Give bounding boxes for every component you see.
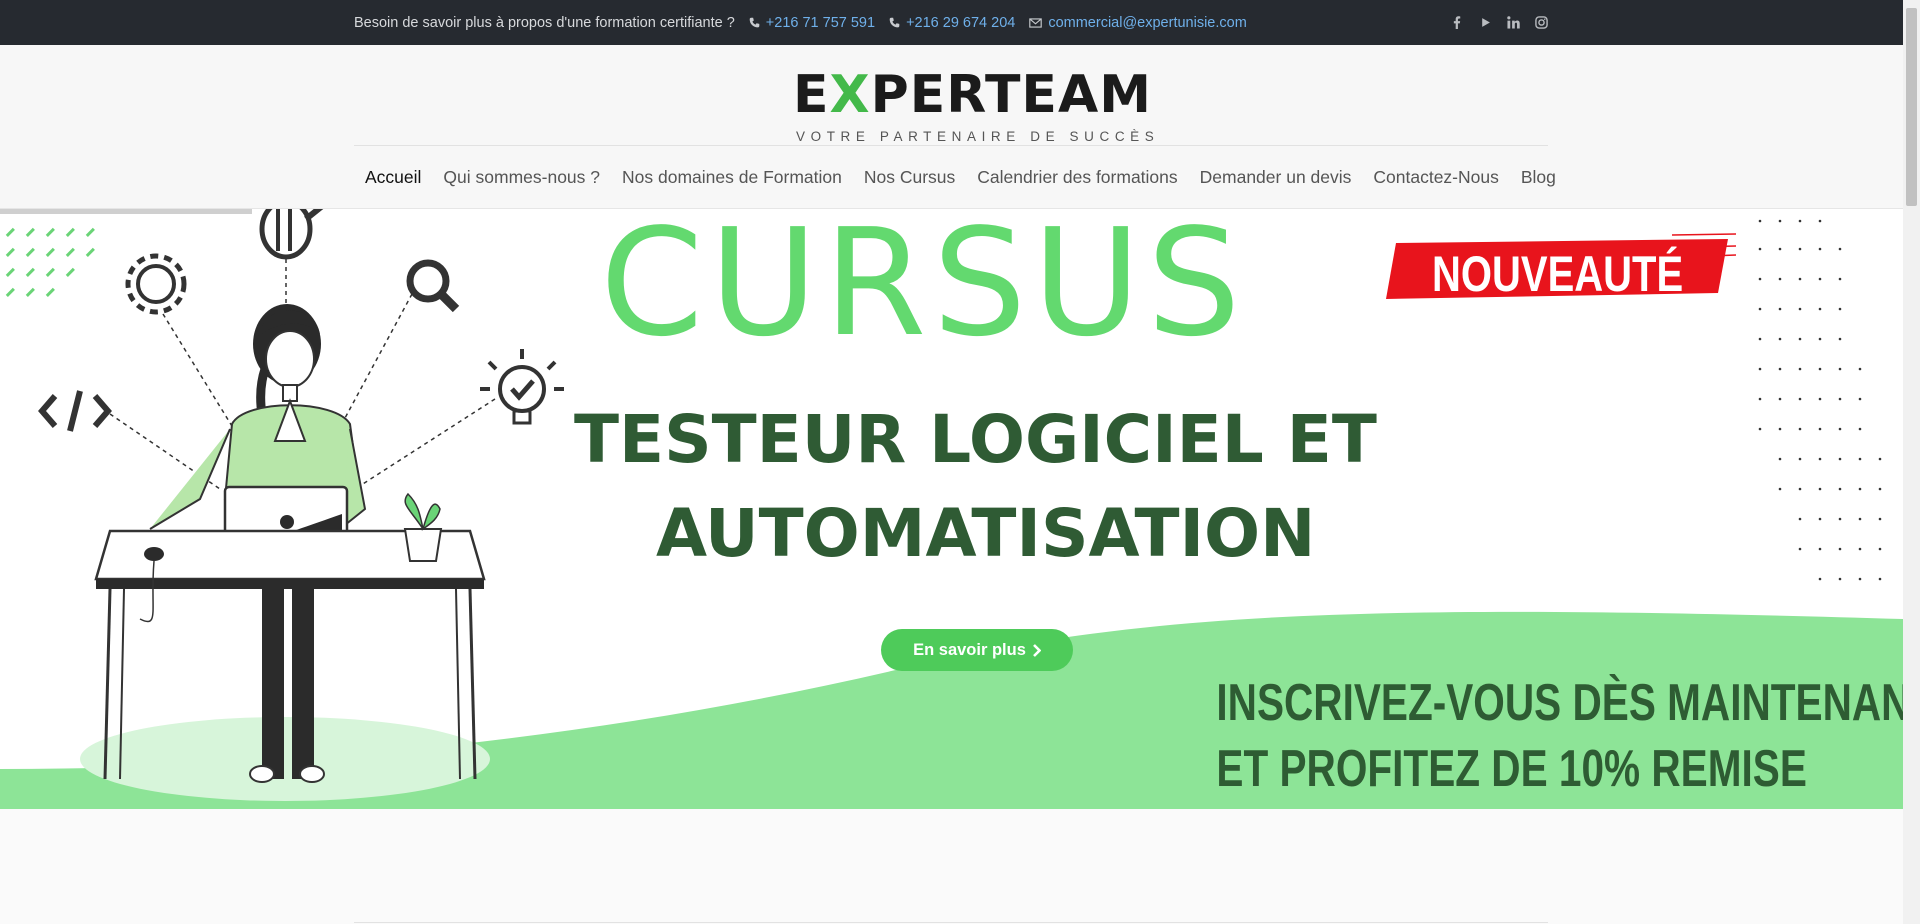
nav-blog[interactable]: Blog bbox=[1510, 167, 1567, 188]
nav-domaines-formation[interactable]: Nos domaines de Formation bbox=[611, 167, 853, 188]
email-link[interactable]: commercial@expertunisie.com bbox=[1029, 15, 1247, 31]
envelope-icon bbox=[1029, 17, 1043, 28]
phone-link-2[interactable]: +216 29 674 204 bbox=[889, 15, 1015, 31]
promo-line2: ET PROFITEZ DE 10% REMISE bbox=[1216, 740, 1807, 798]
section-divider bbox=[354, 922, 1548, 923]
info-question: Besoin de savoir plus à propos d'une for… bbox=[354, 14, 735, 31]
nav-divider bbox=[354, 145, 1548, 146]
nav-cursus[interactable]: Nos Cursus bbox=[853, 167, 966, 188]
magnifier-icon bbox=[406, 259, 460, 313]
youtube-icon[interactable] bbox=[1478, 16, 1492, 30]
site-header: EXPERTEAM VOTRE PARTENAIRE DE SUCCÈS Acc… bbox=[0, 45, 1903, 209]
plant bbox=[403, 492, 443, 562]
page-scrollbar[interactable] bbox=[1903, 0, 1920, 924]
facebook-icon[interactable] bbox=[1450, 16, 1464, 30]
experteam-logo[interactable]: EXPERTEAM VOTRE PARTENAIRE DE SUCCÈS bbox=[793, 59, 1154, 145]
new-badge: NOUVEAUTÉ bbox=[1372, 233, 1736, 303]
phone-link-1[interactable]: +216 71 757 591 bbox=[749, 15, 875, 31]
chevron-right-icon bbox=[1032, 643, 1041, 657]
en-savoir-plus-button[interactable]: En savoir plus bbox=[881, 629, 1073, 671]
code-icon bbox=[38, 390, 112, 432]
gear-icon bbox=[125, 253, 187, 315]
hero-subtitle-line2: AUTOMATISATION bbox=[656, 495, 1316, 572]
top-bar: Besoin de savoir plus à propos d'une for… bbox=[0, 0, 1903, 45]
phone-icon bbox=[889, 17, 900, 28]
linkedin-icon[interactable] bbox=[1506, 16, 1520, 30]
main-nav: Accueil Qui sommes-nous ? Nos domaines d… bbox=[354, 167, 1567, 188]
nav-contact[interactable]: Contactez-Nous bbox=[1362, 167, 1509, 188]
hero-subtitle-line1: TESTEUR LOGICIEL ET bbox=[574, 401, 1377, 478]
social-links bbox=[1450, 16, 1548, 30]
nav-qui-sommes-nous[interactable]: Qui sommes-nous ? bbox=[432, 167, 611, 188]
bug-icon bbox=[259, 209, 336, 260]
lightbulb-icon bbox=[480, 349, 564, 425]
nav-accueil[interactable]: Accueil bbox=[354, 167, 432, 188]
scrollbar-thumb[interactable] bbox=[1906, 8, 1917, 206]
hero-title: CURSUS bbox=[600, 209, 1247, 369]
nav-calendrier[interactable]: Calendrier des formations bbox=[966, 167, 1188, 188]
logo-tagline: VOTRE PARTENAIRE DE SUCCÈS bbox=[796, 129, 1160, 144]
instagram-icon[interactable] bbox=[1534, 16, 1548, 30]
hero-slider[interactable]: CURSUS NOUVEAUTÉ TESTEUR LOGICIEL ET AUT… bbox=[0, 209, 1903, 809]
tester-illustration bbox=[38, 209, 564, 783]
desk bbox=[94, 529, 486, 780]
phone-icon bbox=[749, 17, 760, 28]
promo-line1: INSCRIVEZ-VOUS DÈS MAINTENANT bbox=[1216, 674, 1903, 732]
logo-wordmark: EXPERTEAM bbox=[793, 65, 1152, 125]
nav-devis[interactable]: Demander un devis bbox=[1189, 167, 1363, 188]
